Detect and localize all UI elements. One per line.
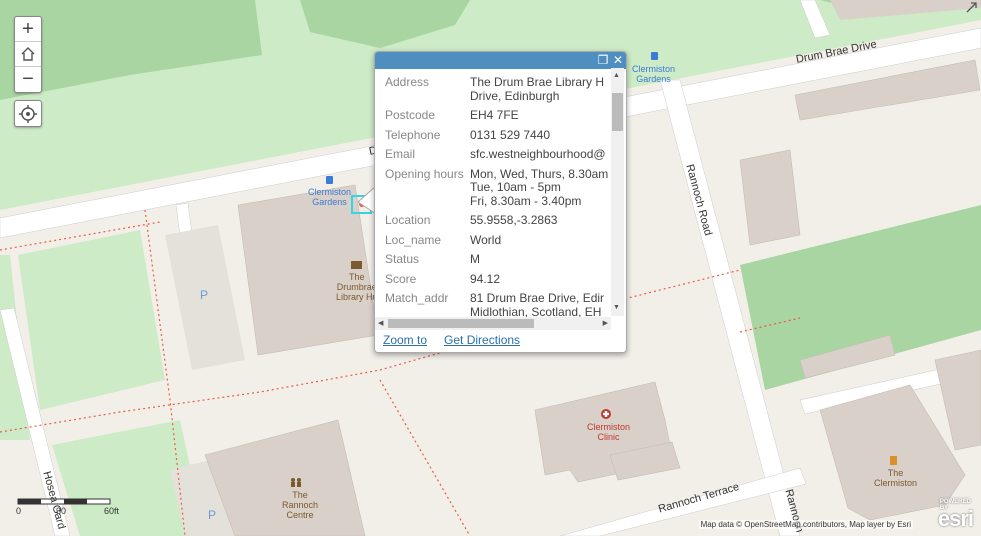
scale-label-60: 60ft	[104, 506, 120, 516]
attribute-value: Mon, Wed, Thurs, 8.30am Tue, 10am - 5pm Fr…	[470, 166, 609, 209]
zoom-to-link[interactable]: Zoom to	[383, 333, 427, 347]
attribute-value-line: 55.9558,-3.2863	[470, 213, 558, 227]
bus-stop-icon	[651, 52, 658, 60]
maximize-icon[interactable]: ❐	[596, 53, 610, 67]
attribute-value: M	[470, 252, 480, 267]
map-attribution: Map data © OpenStreetMap contributors, M…	[698, 520, 913, 529]
poi-label-library: The Drumbrae Library Hu	[336, 272, 378, 302]
attribute-key: Address	[385, 75, 430, 89]
zoom-out-button[interactable]: −	[15, 67, 41, 92]
attribute-row: Telephone 0131 529 7440	[375, 127, 613, 143]
attribute-value: 0131 529 7440	[470, 127, 551, 143]
attribute-value-line: EH4 7FE	[470, 108, 519, 122]
attribute-value-line: Fri, 8.30am - 3.40pm	[470, 193, 582, 208]
locate-button[interactable]	[15, 101, 41, 126]
esri-logo: POWERED BY esri	[937, 499, 974, 531]
get-directions-link[interactable]: Get Directions	[444, 333, 520, 347]
attribute-value-line: sfc.westneighbourhood@	[470, 147, 606, 161]
attribute-value-line: 0131 529 7440	[470, 127, 551, 142]
attribute-key: Opening hours	[385, 166, 464, 181]
home-icon	[21, 47, 35, 61]
playing-field-left	[18, 230, 165, 410]
attribute-value: 55.9558,-3.2863	[470, 213, 558, 228]
locate-control	[14, 100, 42, 127]
zoom-in-button[interactable]: +	[15, 17, 41, 42]
library-icon	[351, 261, 362, 269]
attribute-value: 94.12	[470, 271, 501, 287]
popup-header: ❐ ✕	[375, 52, 626, 69]
attribute-key: Status	[385, 252, 420, 266]
scale-bar	[17, 498, 111, 505]
scale-label-0: 0	[16, 506, 22, 516]
attribute-key: Postcode	[385, 108, 436, 122]
home-button[interactable]	[15, 42, 41, 67]
attribute-row: Loc_name World	[375, 232, 613, 248]
horizontal-scroll-thumb[interactable]	[388, 319, 534, 328]
popup-vertical-scrollbar[interactable]: ▲ ▼	[611, 68, 624, 316]
scale-label-30: 30	[56, 506, 67, 516]
attribute-value-line: Drive, Edinburgh	[470, 88, 560, 103]
bus-stop-icon	[326, 176, 333, 184]
attribute-value: EH4 7FE	[470, 108, 519, 123]
attribute-row: Opening hours Mon, Wed, Thurs, 8.30am Tue,…	[375, 166, 613, 209]
attribute-value-line: Tue, 10am - 5pm	[470, 180, 561, 194]
attribute-key: Loc_name	[385, 232, 442, 247]
poi-label-bus-stop-top: Clermiston Gardens	[632, 64, 676, 84]
poi-label-bus-stop-left: Clermiston Gardens	[308, 187, 352, 207]
building-right-2	[739, 149, 801, 246]
attribute-row: Postcode EH4 7FE	[375, 108, 613, 123]
attribute-value: sfc.westneighbourhood@	[470, 147, 606, 162]
attribute-row: Address The Drum Brae Library H Drive, Edi…	[375, 75, 613, 103]
popup-actions: Zoom to Get Directions	[374, 333, 528, 347]
parking-label: P	[200, 288, 209, 302]
attribute-key: Match_addr	[385, 291, 449, 305]
attribute-key: Email	[385, 147, 416, 161]
poi-label-the-clermiston: The Clermiston	[874, 468, 918, 488]
attribute-row: Location 55.9558,-3.2863	[375, 213, 613, 228]
attribute-row: Email sfc.westneighbourhood@	[375, 147, 613, 162]
attribute-value: 81 Drum Brae Drive, Edir Midlothian, Scot…	[470, 291, 605, 319]
pub-icon	[890, 456, 897, 465]
poi-label-rannoch-centre: The Rannoch Centre	[282, 490, 319, 520]
popup-horizontal-scrollbar[interactable]: ◀ ▶	[375, 317, 611, 330]
attribute-row: Score 94.12	[375, 271, 613, 287]
attribute-value-line: World	[470, 232, 502, 247]
attribute-value: The Drum Brae Library H Drive, Edinburgh	[470, 75, 605, 103]
attribute-value: World	[470, 232, 502, 248]
parking-label: P	[208, 508, 217, 522]
locate-icon	[19, 104, 37, 123]
feature-popup: ❐ ✕ Address The Drum Brae Library H Drive,…	[374, 51, 627, 353]
attribute-value-line: 94.12	[470, 271, 501, 286]
popup-attributes[interactable]: Address The Drum Brae Library H Drive, Edi…	[375, 69, 613, 319]
zoom-controls: + −	[14, 16, 42, 93]
attribute-key: Location	[385, 213, 431, 227]
attribute-row: Match_addr 81 Drum Brae Drive, Edir Midlot…	[375, 291, 613, 319]
vertical-scroll-thumb[interactable]	[612, 93, 623, 131]
attribute-key: Score	[385, 271, 417, 286]
close-icon[interactable]: ✕	[611, 53, 625, 67]
poi-label-clinic: Clermiston Clinic	[587, 422, 631, 442]
attribute-value-line: M	[470, 252, 480, 266]
attribute-key: Telephone	[385, 127, 441, 142]
attribute-row: Status M	[375, 252, 613, 267]
attribute-value-line: 81 Drum Brae Drive, Edir	[470, 291, 605, 305]
attribute-value-line: Mon, Wed, Thurs, 8.30am	[470, 166, 609, 181]
attribute-value-line: The Drum Brae Library H	[470, 75, 605, 89]
